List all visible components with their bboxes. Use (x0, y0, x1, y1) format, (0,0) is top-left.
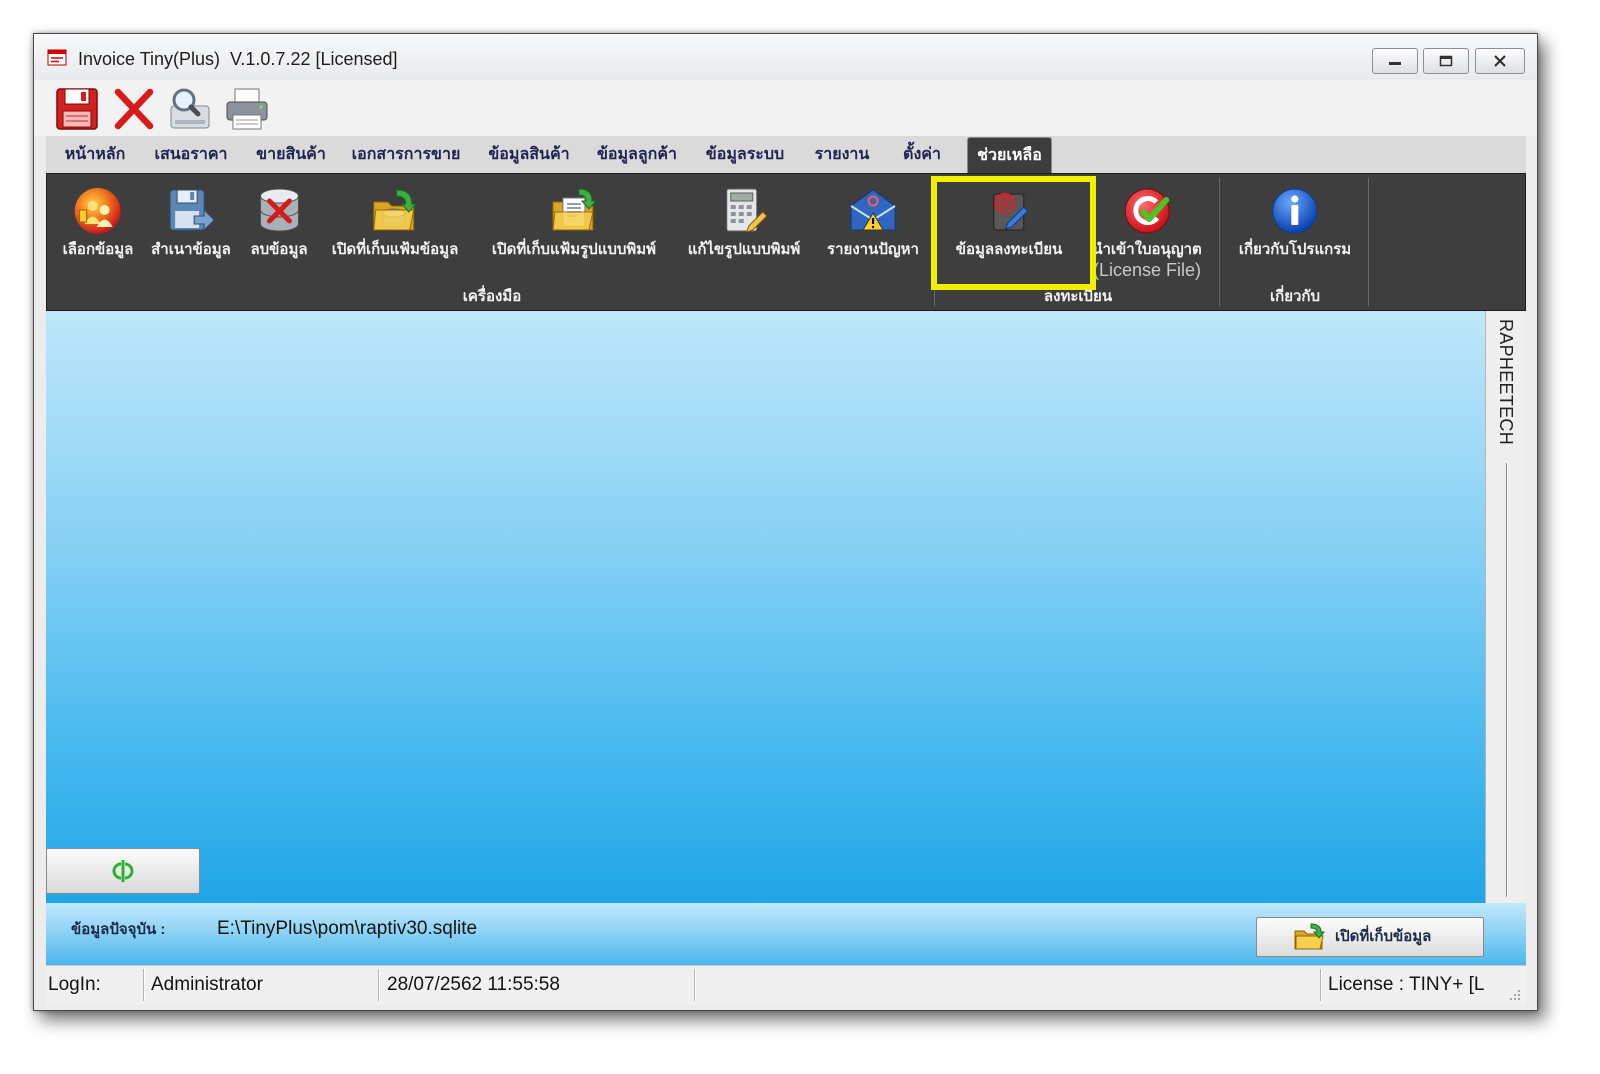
current-data-bar: ข้อมูลปัจจุบัน : E:\TinyPlus\pom\raptiv3… (46, 903, 1526, 965)
ribbon-item-edit-template[interactable]: แก้ไขรูปแบบพิมพ์ (687, 186, 801, 260)
tab-sales-documents[interactable]: เอกสารการขาย (346, 137, 467, 173)
open-folder-icon (1293, 923, 1325, 951)
select-data-icon (73, 186, 123, 236)
close-button[interactable] (1475, 48, 1525, 74)
tab-system[interactable]: ข้อมูลระบบ (700, 137, 790, 173)
info-icon (1270, 186, 1320, 236)
ribbon-item-select-data[interactable]: เลือกข้อมูล (62, 186, 134, 260)
status-divider (1320, 969, 1321, 1001)
close-icon (1492, 55, 1508, 67)
save-button[interactable] (54, 86, 100, 132)
login-label: LogIn: (48, 974, 101, 995)
cancel-button[interactable] (111, 86, 157, 132)
status-bar: LogIn: Administrator 28/07/2562 11:55:58… (46, 965, 1526, 1005)
app-window: Invoice Tiny(Plus) V.1.0.7.22 [Licensed] (33, 33, 1538, 1011)
report-problem-icon (848, 186, 898, 236)
ribbon-item-label: สำเนาข้อมูล (151, 241, 231, 258)
tab-sales[interactable]: ขายสินค้า (250, 137, 332, 173)
ribbon-item-label: เกี่ยวกับโปรแกรม (1238, 241, 1352, 258)
ribbon-item-open-data-folder[interactable]: เปิดที่เก็บแฟ้มข้อมูล (331, 186, 459, 260)
ribbon-item-sublabel: (License File) (1092, 260, 1202, 280)
current-data-path: E:\TinyPlus\pom\raptiv30.sqlite (217, 918, 478, 939)
tab-reports[interactable]: รายงาน (809, 137, 876, 173)
preview-icon (165, 86, 211, 132)
license-status: License : TINY+ [L (1328, 974, 1485, 995)
status-divider (694, 969, 695, 1001)
tab-customers[interactable]: ข้อมูลลูกค้า (591, 137, 683, 173)
toggle-panel-icon (105, 858, 141, 884)
resize-grip-icon[interactable] (1508, 988, 1522, 1002)
minimize-button[interactable] (1372, 48, 1418, 74)
open-data-folder-button[interactable]: เปิดที่เก็บข้อมูล (1256, 917, 1484, 957)
ribbon-group-label-about: เกี่ยวกับ (1269, 288, 1321, 305)
ribbon-item-label: เลือกข้อมูล (62, 241, 134, 258)
status-divider (143, 969, 144, 1001)
ribbon-item-label: รายงานปัญหา (827, 241, 919, 258)
ribbon-item-label: ลบข้อมูล (250, 241, 308, 258)
open-template-folder-icon (549, 186, 599, 236)
save-icon (54, 86, 100, 132)
open-data-folder-label: เปิดที่เก็บข้อมูล (1335, 928, 1432, 945)
ribbon-item-delete-data[interactable]: ลบข้อมูล (250, 186, 308, 260)
ribbon-item-label: แก้ไขรูปแบบพิมพ์ (687, 241, 801, 258)
ribbon-item-label: เปิดที่เก็บแฟ้มรูปแบบพิมพ์ (491, 241, 657, 258)
delete-data-icon (254, 186, 304, 236)
preview-button[interactable] (165, 86, 211, 132)
side-panel-label: RAPHEETECH (1496, 319, 1516, 446)
ribbon-item-import-license[interactable]: นำเข้าใบอนุญาต (License File) (1092, 186, 1202, 281)
ribbon-item-report-problem[interactable]: รายงานปัญหา (827, 186, 919, 260)
tab-home[interactable]: หน้าหลัก (59, 137, 132, 173)
status-divider (378, 969, 379, 1001)
ribbon-group-label-tools: เครื่องมือ (462, 288, 522, 305)
ribbon-item-label: เปิดที่เก็บแฟ้มข้อมูล (331, 241, 459, 258)
highlight-annotation (931, 176, 1096, 290)
open-data-folder-icon (370, 186, 420, 236)
delete-icon (111, 86, 157, 132)
title-bar[interactable]: Invoice Tiny(Plus) V.1.0.7.22 [Licensed] (34, 34, 1537, 80)
minimize-icon (1387, 55, 1403, 67)
ribbon-item-open-template-folder[interactable]: เปิดที่เก็บแฟ้มรูปแบบพิมพ์ (492, 186, 656, 260)
maximize-button[interactable] (1423, 48, 1469, 74)
side-panel-divider (1506, 463, 1507, 897)
tab-help[interactable]: ช่วยเหลือ (967, 137, 1052, 173)
tab-products[interactable]: ข้อมูลสินค้า (482, 137, 575, 173)
ribbon-item-label: นำเข้าใบอนุญาต (1092, 241, 1202, 258)
status-datetime: 28/07/2562 11:55:58 (387, 974, 560, 995)
tiny-app-icon[interactable] (46, 46, 68, 68)
print-button[interactable] (224, 86, 270, 132)
ribbon-group-label-registration: ลงทะเบียน (1043, 288, 1113, 305)
window-title: Invoice Tiny(Plus) V.1.0.7.22 [Licensed] (78, 49, 398, 69)
ribbon-group-separator (1219, 178, 1220, 306)
logged-in-user: Administrator (151, 974, 263, 995)
maximize-icon (1438, 55, 1454, 67)
ribbon-item-copy-data[interactable]: สำเนาข้อมูล (151, 186, 231, 260)
ribbon: เลือกข้อมูล สำเนาข้อมูล ลบข้อมูล เปิดที่… (46, 173, 1526, 311)
copy-data-icon (166, 186, 216, 236)
tab-settings[interactable]: ตั้งค่า (897, 137, 947, 173)
side-panel[interactable]: RAPHEETECH (1485, 311, 1526, 903)
current-data-label: ข้อมูลปัจจุบัน : (71, 921, 166, 938)
workspace (46, 311, 1485, 903)
ribbon-group-separator (1368, 178, 1369, 306)
panel-toggle-button[interactable] (46, 848, 200, 894)
printer-icon (224, 86, 270, 132)
edit-template-icon (719, 186, 769, 236)
tab-quotation[interactable]: เสนอราคา (148, 137, 233, 173)
import-license-icon (1122, 186, 1172, 236)
ribbon-item-about[interactable]: เกี่ยวกับโปรแกรม (1239, 186, 1351, 260)
